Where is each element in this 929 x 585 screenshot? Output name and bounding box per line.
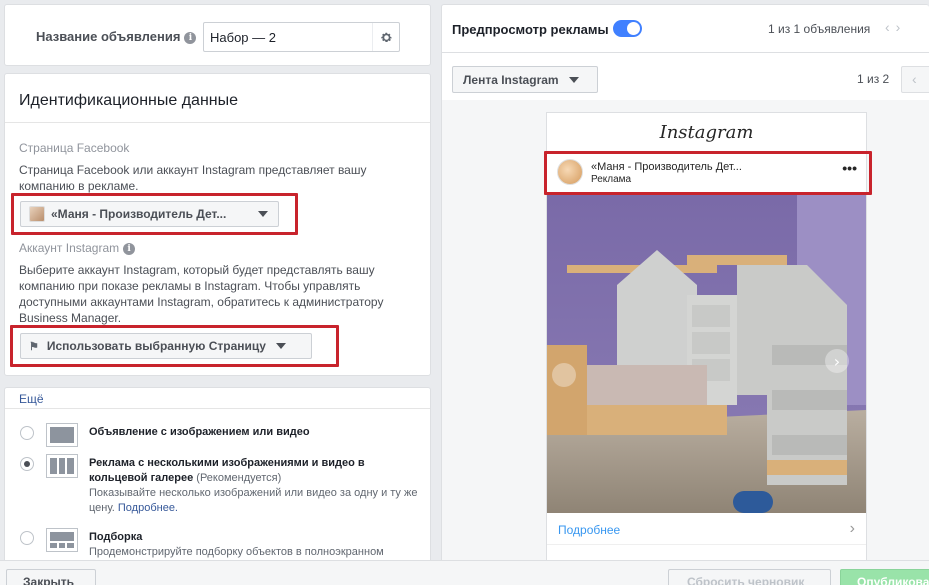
single-image-icon bbox=[46, 423, 78, 447]
placement-prev-button[interactable]: ‹ bbox=[901, 66, 929, 93]
ad-count: 1 из 1 объявления bbox=[768, 22, 871, 36]
cta-row[interactable]: Подробнее › bbox=[547, 513, 866, 545]
chevron-left-icon: ‹ bbox=[912, 71, 917, 87]
more-link[interactable]: Ещё bbox=[19, 392, 44, 406]
info-icon[interactable]: i bbox=[123, 243, 136, 255]
preview-toggle[interactable] bbox=[613, 20, 642, 37]
footer-bar: Закрыть Сбросить черновик Опубликовать bbox=[0, 560, 929, 585]
instagram-label: Аккаунт Instagram i bbox=[19, 241, 136, 255]
divider bbox=[5, 122, 430, 123]
identity-panel: Идентификационные данные Страница Facebo… bbox=[4, 73, 431, 376]
cta-learn-more[interactable]: Подробнее bbox=[558, 523, 620, 537]
learn-more-link[interactable]: Подробнее. bbox=[118, 502, 178, 514]
format-single-title: Объявление с изображением или видео bbox=[89, 426, 310, 438]
preview-panel: Предпросмотр рекламы 1 из 1 объявления ‹… bbox=[441, 4, 929, 585]
instagram-description: Выберите аккаунт Instagram, который буде… bbox=[19, 263, 384, 325]
ad-name-label: Название объявления i bbox=[36, 29, 197, 44]
radio-single[interactable] bbox=[20, 426, 34, 440]
radio-collection[interactable] bbox=[20, 531, 34, 545]
format-option-single[interactable]: Объявление с изображением или видео bbox=[19, 423, 419, 453]
info-icon[interactable]: i bbox=[184, 32, 197, 44]
preview-title: Предпросмотр рекламы bbox=[452, 22, 609, 37]
close-button[interactable]: Закрыть bbox=[6, 569, 96, 585]
chevron-right-icon[interactable]: › bbox=[896, 19, 907, 35]
facebook-page-description: Страница Facebook или аккаунт Instagram … bbox=[19, 163, 367, 193]
facebook-page-label: Страница Facebook bbox=[19, 141, 130, 155]
highlight-box-instagram bbox=[10, 325, 339, 367]
placement-selected: Лента Instagram bbox=[463, 72, 559, 87]
ad-name-input[interactable]: Набор — 2 bbox=[203, 22, 400, 52]
collection-icon bbox=[46, 528, 78, 552]
svg-text:›: › bbox=[834, 352, 840, 371]
ad-name-panel: Название объявления i Набор — 2 bbox=[4, 4, 431, 66]
recommended-tag: (Рекомендуется) bbox=[196, 472, 282, 484]
instagram-logo: Instagram bbox=[659, 122, 754, 143]
ad-nav-arrows[interactable]: ‹› bbox=[885, 19, 906, 35]
identity-title: Идентификационные данные bbox=[19, 92, 239, 109]
highlight-box-preview-header bbox=[544, 151, 872, 195]
placement-count: 1 из 2 bbox=[857, 72, 890, 86]
format-option-carousel[interactable]: Реклама с несколькими изображениями и ви… bbox=[19, 454, 419, 524]
ad-name-value[interactable]: Набор — 2 bbox=[210, 30, 276, 45]
format-panel: Ещё Объявление с изображением или видео … bbox=[4, 387, 431, 585]
format-collection-title: Подборка bbox=[89, 531, 143, 543]
ad-name-label-text: Название объявления bbox=[36, 29, 181, 44]
placement-dropdown[interactable]: Лента Instagram bbox=[452, 66, 598, 93]
radio-carousel[interactable] bbox=[20, 457, 34, 471]
divider bbox=[5, 408, 430, 409]
carousel-icon bbox=[46, 454, 78, 478]
chevron-down-icon bbox=[568, 76, 579, 83]
format-collection-description: Продемонстрируйте подборку объектов в по… bbox=[89, 546, 384, 558]
instagram-label-text: Аккаунт Instagram bbox=[19, 241, 120, 255]
reset-draft-button[interactable]: Сбросить черновик bbox=[668, 569, 831, 585]
gear-icon[interactable] bbox=[372, 23, 399, 51]
ad-image: › bbox=[547, 195, 866, 513]
publish-button[interactable]: Опубликовать bbox=[840, 569, 929, 585]
highlight-box-page bbox=[11, 193, 298, 235]
preview-header: Предпросмотр рекламы 1 из 1 объявления ‹… bbox=[442, 5, 929, 53]
chevron-left-icon[interactable]: ‹ bbox=[885, 19, 896, 35]
chevron-right-icon: › bbox=[849, 520, 855, 537]
